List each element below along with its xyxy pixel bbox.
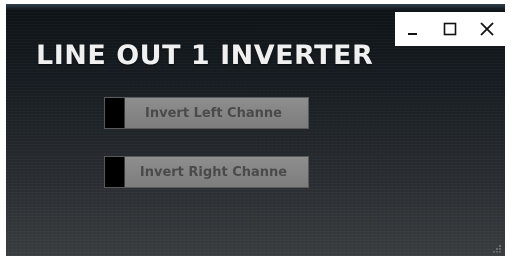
window-controls <box>395 12 505 46</box>
plugin-title: LINE OUT 1 INVERTER <box>36 40 374 71</box>
plugin-window: LINE OUT 1 INVERTER Invert Left Channe I… <box>6 4 505 256</box>
minimize-icon <box>408 33 418 35</box>
maximize-icon <box>443 22 457 36</box>
resize-grip-icon[interactable] <box>492 243 502 253</box>
invert-left-led <box>105 98 125 128</box>
invert-left-label: Invert Left Channe <box>125 98 308 128</box>
close-icon <box>480 22 494 36</box>
close-button[interactable] <box>473 15 501 43</box>
invert-left-channel-toggle[interactable]: Invert Left Channe <box>104 97 309 129</box>
minimize-button[interactable] <box>399 15 427 43</box>
maximize-button[interactable] <box>436 15 464 43</box>
window-top-edge <box>6 4 505 10</box>
invert-right-led <box>105 157 125 187</box>
invert-right-channel-toggle[interactable]: Invert Right Channe <box>104 156 309 188</box>
invert-right-label: Invert Right Channe <box>125 157 308 187</box>
